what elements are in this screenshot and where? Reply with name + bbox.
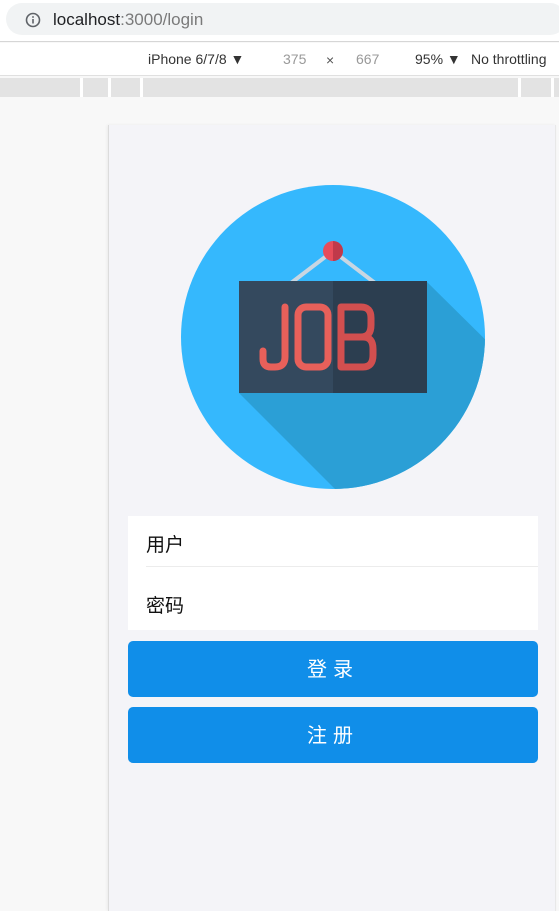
url-path: :3000/login: [120, 10, 204, 29]
zoom-select[interactable]: 95% ▼: [415, 51, 461, 67]
username-field[interactable]: 用户: [128, 516, 538, 573]
field-divider: [146, 566, 538, 567]
url-host: localhost: [53, 10, 121, 29]
throttling-select[interactable]: No throttling: [471, 51, 546, 67]
media-query-ruler[interactable]: [0, 78, 559, 97]
device-width-input[interactable]: 375: [283, 51, 306, 67]
device-select[interactable]: iPhone 6/7/8 ▼: [148, 51, 244, 67]
login-button[interactable]: 登录: [128, 641, 538, 697]
login-form: 用户 密码: [128, 516, 538, 630]
password-field[interactable]: 密码: [128, 573, 538, 630]
url-omnibox[interactable]: localhost:3000/login: [6, 3, 559, 35]
register-button[interactable]: 注册: [128, 707, 538, 763]
password-label: 密码: [146, 595, 185, 617]
device-toolbar: iPhone 6/7/8 ▼ 375 × 667 95% ▼ No thrott…: [0, 43, 559, 76]
url-text[interactable]: localhost:3000/login: [53, 10, 203, 30]
dimension-separator: ×: [326, 52, 335, 68]
device-viewport: 用户 密码 登录 注册: [108, 125, 556, 911]
info-icon[interactable]: [25, 12, 41, 28]
browser-address-bar: localhost:3000/login: [0, 0, 559, 42]
device-height-input[interactable]: 667: [356, 51, 379, 67]
job-sign-logo: [181, 185, 485, 489]
username-label: 用户: [146, 534, 185, 556]
